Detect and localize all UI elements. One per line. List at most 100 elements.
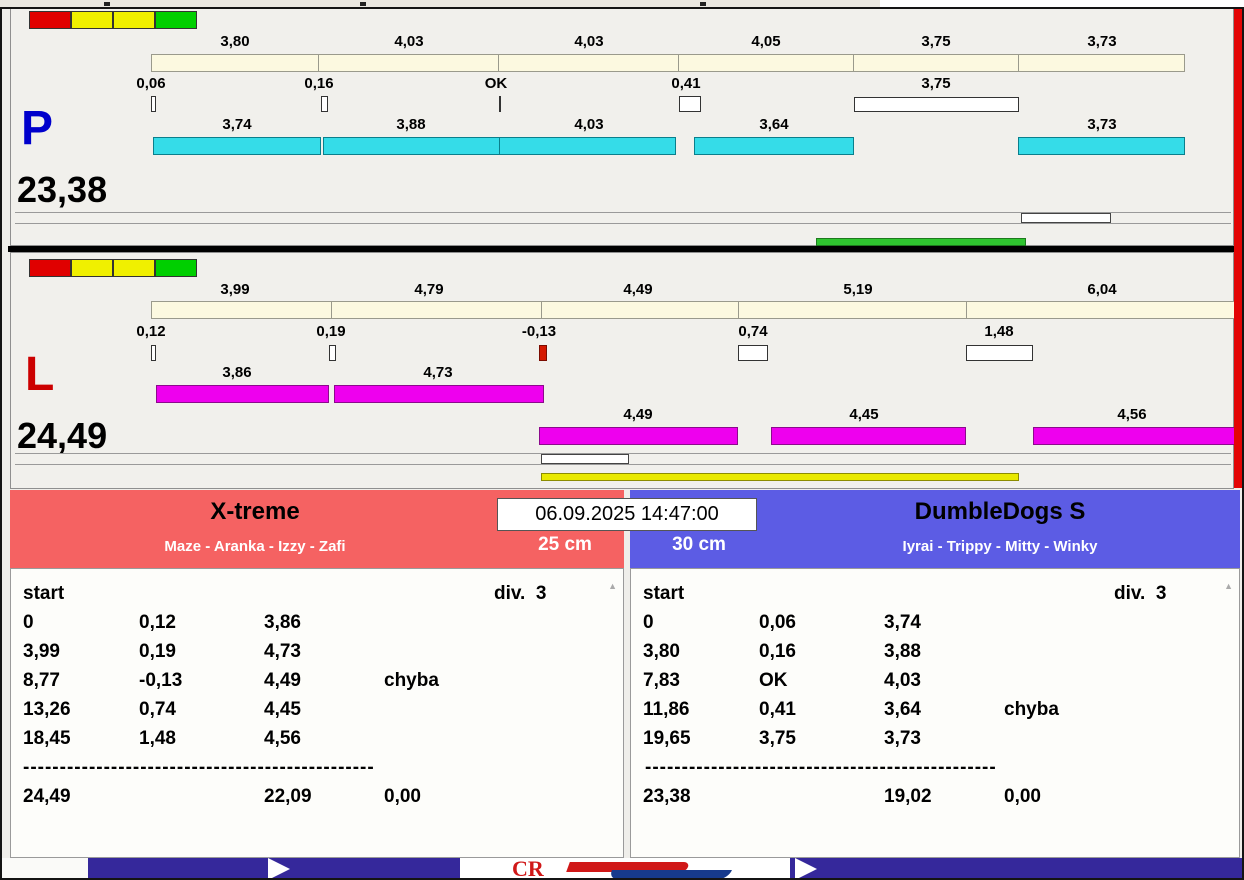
run-time-label: 4,49 xyxy=(623,406,653,423)
table-row: 0 0,12 3,86 xyxy=(11,610,623,636)
split-segment xyxy=(678,54,854,72)
run-time-label: 3,86 xyxy=(222,364,252,381)
run-time: 4,49 xyxy=(264,670,301,691)
run-bar xyxy=(694,137,854,155)
table-row: 19,65 3,75 3,73 xyxy=(631,726,1239,752)
cr-logo: CR xyxy=(512,858,544,880)
cross-time: 0,06 xyxy=(759,612,796,633)
split-segment xyxy=(498,54,679,72)
team-right-results-table: ▲ start div. 3 0 0,06 3,74 3,80 0,16 3,8… xyxy=(630,568,1240,858)
team-left-results-table: ▲ start div. 3 0 0,12 3,86 3,99 0,19 4,7… xyxy=(10,568,624,858)
split-time-label: 4,03 xyxy=(574,33,604,50)
cross-time: -0,13 xyxy=(139,670,183,691)
run-time: 4,45 xyxy=(264,699,301,720)
status-light-green xyxy=(155,259,197,277)
run-time: 4,56 xyxy=(264,728,301,749)
status-light-yellow xyxy=(113,259,155,277)
run-time: 3,86 xyxy=(264,612,301,633)
run-bar xyxy=(323,137,500,155)
lane-l-letter: L xyxy=(25,348,55,401)
team-left-jump-height: 25 cm xyxy=(538,534,592,555)
table-row: 3,80 0,16 3,88 xyxy=(631,639,1239,665)
run-bar xyxy=(156,385,329,403)
run-time: 3,64 xyxy=(884,699,921,720)
cross-tick-line xyxy=(499,96,501,112)
cumulative-time: 18,45 xyxy=(23,728,71,749)
status-light-red xyxy=(29,11,71,29)
lane-l-panel: 3,99 4,79 4,49 5,19 6,04 0,12 0,19 -0,13… xyxy=(10,252,1238,489)
run-time: 3,73 xyxy=(884,728,921,749)
division-label: div. 3 xyxy=(494,583,547,604)
cross-mark-label: 0,19 xyxy=(316,323,346,340)
cross-mark-label: 3,75 xyxy=(921,75,951,92)
cross-mark-label: 0,06 xyxy=(136,75,166,92)
cross-time: 0,12 xyxy=(139,612,176,633)
split-time-label: 5,19 xyxy=(843,281,873,298)
table-separator: ----------------------------------------… xyxy=(645,757,997,778)
cross-time: OK xyxy=(759,670,788,691)
split-time-label: 3,73 xyxy=(1087,33,1117,50)
banner-arrow-icon xyxy=(268,858,290,880)
cross-time: 1,48 xyxy=(139,728,176,749)
split-time-label: 3,80 xyxy=(220,33,250,50)
cumulative-time: 3,80 xyxy=(643,641,680,662)
cross-tick xyxy=(679,96,701,112)
run-time-label: 4,45 xyxy=(849,406,879,423)
run-time: 4,03 xyxy=(884,670,921,691)
run-time-label: 4,73 xyxy=(423,364,453,381)
lane-l-total-time: 24,49 xyxy=(17,415,108,456)
cross-time: 0,41 xyxy=(759,699,796,720)
window-top-strip xyxy=(0,0,1244,7)
total-time: 23,38 xyxy=(643,786,691,807)
run-time-label: 3,64 xyxy=(759,116,789,133)
table-row: 7,83 OK 4,03 xyxy=(631,668,1239,694)
split-time-label: 4,49 xyxy=(623,281,653,298)
cumulative-time: 3,99 xyxy=(23,641,60,662)
cross-time: 0,19 xyxy=(139,641,176,662)
cross-time: 0,16 xyxy=(759,641,796,662)
track-marker xyxy=(1021,213,1111,223)
lane-p-total-time: 23,38 xyxy=(17,169,108,210)
cumulative-time: 0 xyxy=(643,612,654,633)
cross-tick xyxy=(151,96,156,112)
split-segment xyxy=(541,301,739,319)
split-segment xyxy=(1018,54,1185,72)
datetime-display: 06.09.2025 14:47:00 xyxy=(497,498,757,531)
table-row: 13,26 0,74 4,45 xyxy=(11,697,623,723)
split-segment xyxy=(318,54,499,72)
status-light-yellow xyxy=(113,11,155,29)
status-light-red xyxy=(29,259,71,277)
yellow-progress-bar xyxy=(541,473,1019,481)
split-segment xyxy=(853,54,1019,72)
run-bar xyxy=(334,385,544,403)
split-segment xyxy=(151,301,332,319)
track-marker xyxy=(541,454,629,464)
cross-mark-label: 0,12 xyxy=(136,323,166,340)
run-bar xyxy=(1018,137,1185,155)
status-light-yellow xyxy=(71,259,113,277)
penalty: 0,00 xyxy=(1004,786,1041,807)
team-right-jump-height: 30 cm xyxy=(672,534,726,555)
team-left-name: X-treme xyxy=(210,498,300,525)
run-bar xyxy=(499,137,676,155)
cross-mark-label: 1,48 xyxy=(984,323,1014,340)
split-segment xyxy=(151,54,319,72)
cumulative-time: 19,65 xyxy=(643,728,691,749)
cumulative-time: 11,86 xyxy=(643,699,690,720)
cross-mark-label: OK xyxy=(484,75,508,92)
clean-sum: 19,02 xyxy=(884,786,932,807)
run-bar xyxy=(539,427,738,445)
run-bar xyxy=(153,137,321,155)
cumulative-time: 13,26 xyxy=(23,699,71,720)
cross-tick xyxy=(738,345,768,361)
banner-arrow-icon xyxy=(795,858,817,880)
top-strip-white-area xyxy=(880,0,1244,7)
banner-logo-box: CR xyxy=(460,858,790,880)
clipped-text-fragment xyxy=(360,2,366,6)
start-label: start xyxy=(643,583,685,604)
run-bar xyxy=(771,427,966,445)
run-time-label: 3,74 xyxy=(222,116,252,133)
division-label: div. 3 xyxy=(1114,583,1167,604)
fault-note: chyba xyxy=(384,670,439,691)
table-row: 3,99 0,19 4,73 xyxy=(11,639,623,665)
